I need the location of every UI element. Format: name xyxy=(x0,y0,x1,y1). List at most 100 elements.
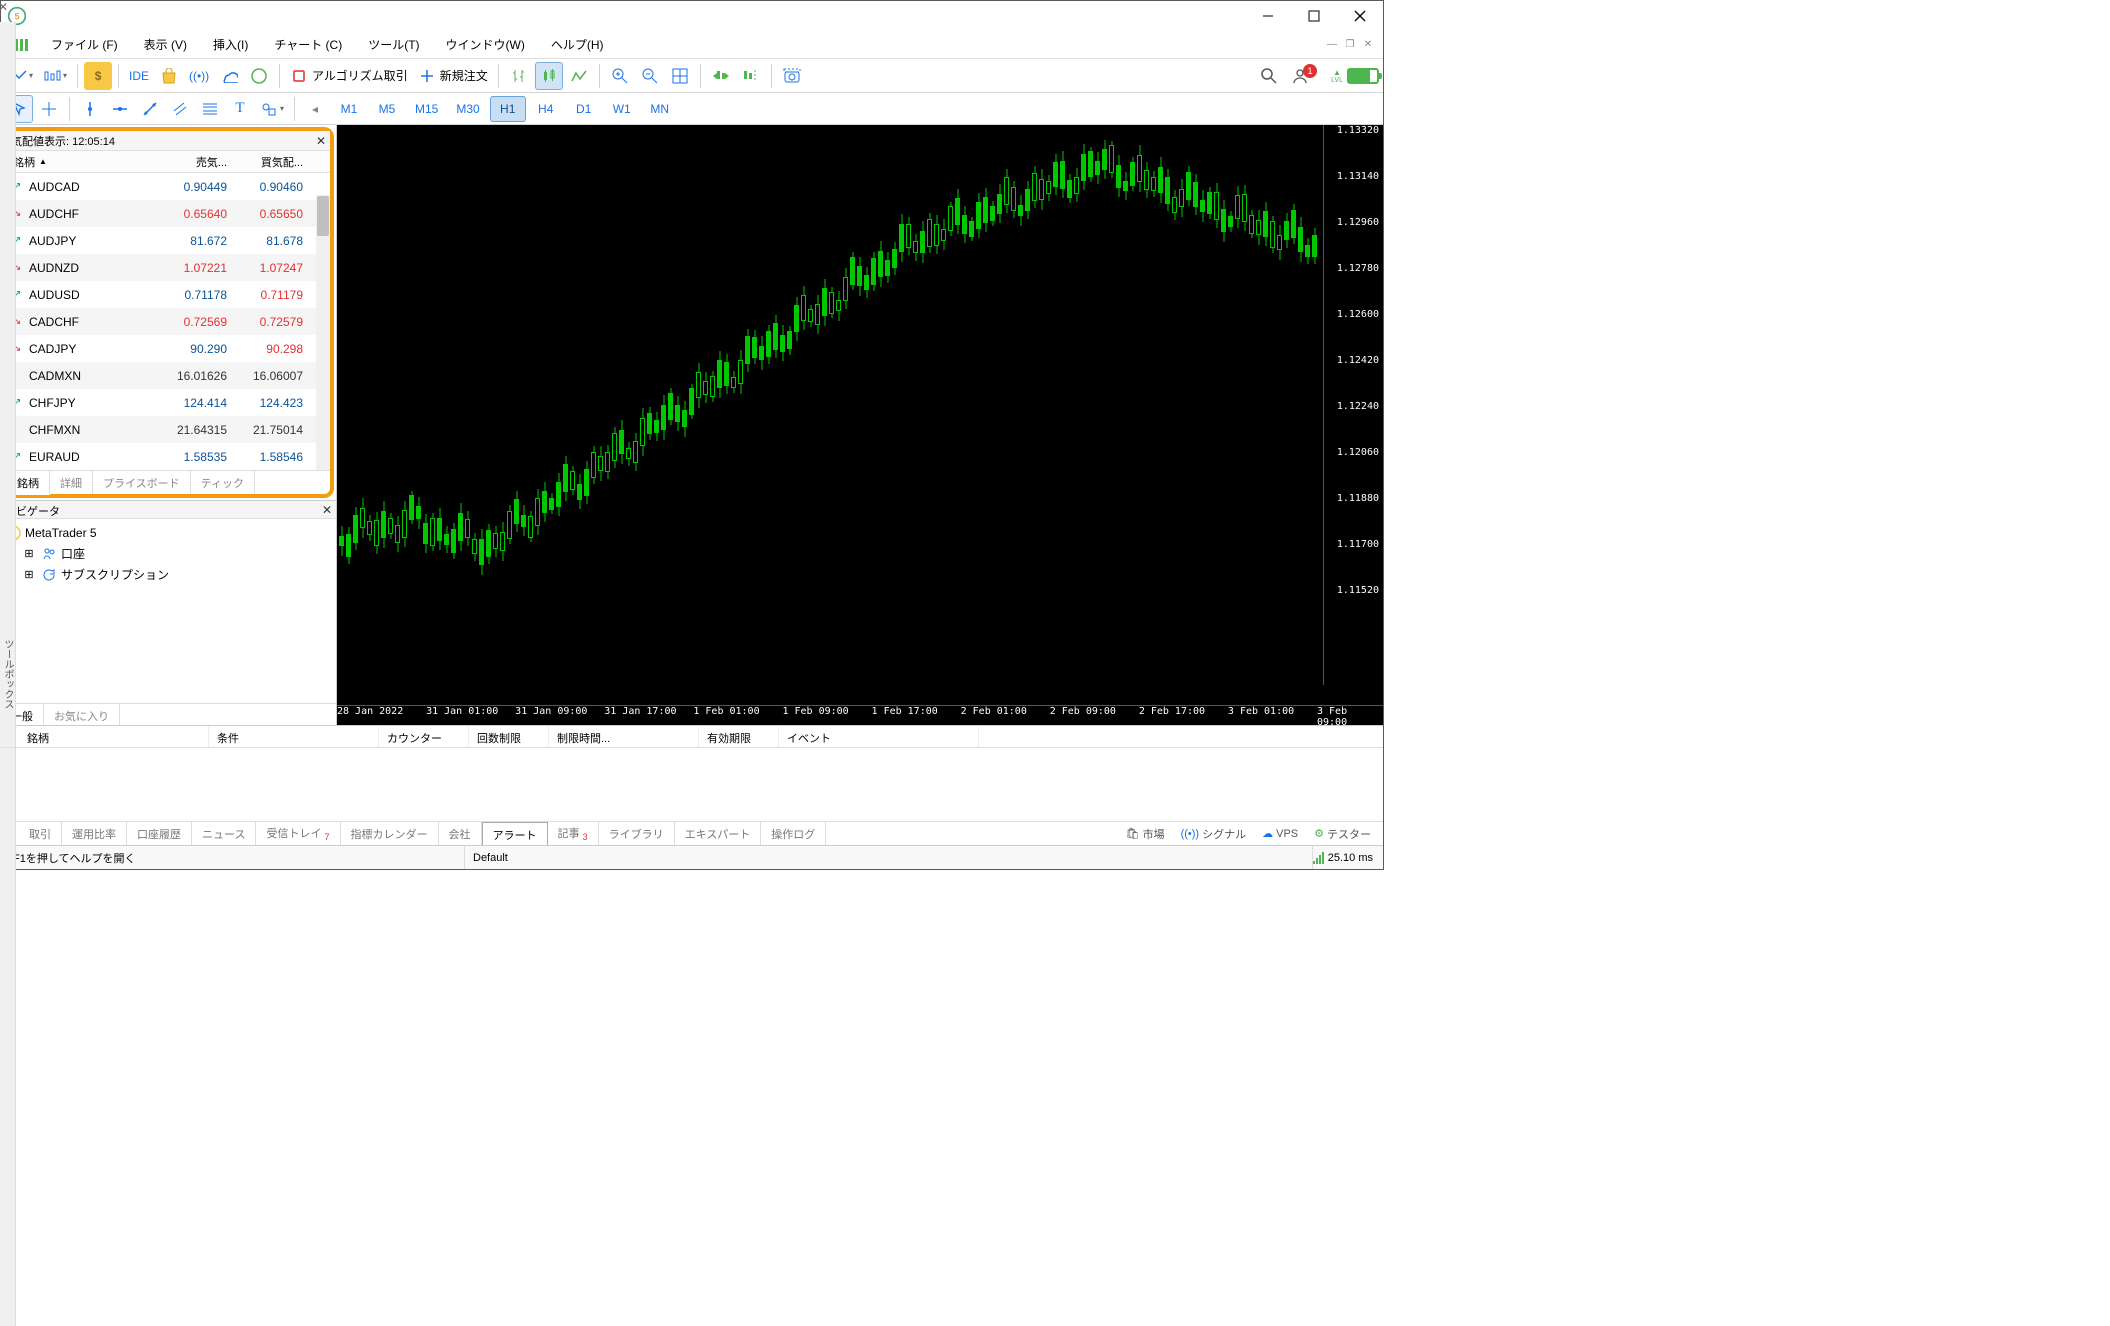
screenshot-button[interactable] xyxy=(778,62,806,90)
menu-insert[interactable]: 挿入(I) xyxy=(201,33,260,56)
mdi-close-icon[interactable]: ✕ xyxy=(1361,38,1375,52)
toolbox-tab[interactable]: アラート xyxy=(482,822,548,847)
mw-row[interactable]: ↗ AUDJPY81.67281.678 xyxy=(7,227,330,254)
nav-accounts[interactable]: ⊞口座 xyxy=(5,543,332,564)
candle-mode-button[interactable] xyxy=(535,62,563,90)
crosshair-button[interactable] xyxy=(35,95,63,123)
signals-button[interactable]: ((•)) xyxy=(185,62,213,90)
timeframe-M30[interactable]: M30 xyxy=(448,96,487,122)
vline-button[interactable] xyxy=(76,95,104,123)
menu-file[interactable]: ファイル (F) xyxy=(39,33,130,56)
toolbox-col-header[interactable]: 銘柄 xyxy=(19,726,209,747)
zoom-in-button[interactable] xyxy=(606,62,634,90)
mw-row[interactable]: ↗ AUDUSD0.711780.71179 xyxy=(7,281,330,308)
menu-tools[interactable]: ツール(T) xyxy=(356,33,431,56)
signal-link[interactable]: ((•)) シグナル xyxy=(1175,824,1253,844)
toolbox-col-header[interactable]: 有効期限 xyxy=(699,726,779,747)
timeframe-M5[interactable]: M5 xyxy=(369,96,405,122)
vps-button[interactable] xyxy=(215,62,243,90)
toolbox-tab[interactable]: 口座履歴 xyxy=(127,822,192,846)
mdi-restore-icon[interactable]: ❐ xyxy=(1343,38,1357,52)
mw-tab[interactable]: 詳細 xyxy=(50,471,93,494)
timeframe-D1[interactable]: D1 xyxy=(566,96,602,122)
market-link[interactable]: 🛍 市場 xyxy=(1120,824,1171,844)
search-button[interactable] xyxy=(1255,62,1283,90)
nav-close-icon[interactable]: ✕ xyxy=(322,503,332,516)
expand-icon[interactable]: ⊞ xyxy=(21,546,37,562)
mw-row[interactable]: ↘ AUDCHF0.656400.65650 xyxy=(7,200,330,227)
line-mode-button[interactable] xyxy=(565,62,593,90)
chat-button[interactable] xyxy=(245,62,273,90)
toolbox-tab[interactable]: 受信トレイ 7 xyxy=(256,821,340,846)
toolbox-tab[interactable]: 会社 xyxy=(439,822,482,846)
toolbox-tab[interactable]: エキスパート xyxy=(675,822,762,846)
nav-subscriptions[interactable]: ⊞サブスクリプション xyxy=(5,564,332,585)
status-profile[interactable]: Default xyxy=(465,846,1313,869)
mw-row[interactable]: ↘ AUDNZD1.072211.07247 xyxy=(7,254,330,281)
mw-tab[interactable]: プライスボード xyxy=(93,471,191,494)
timeframe-H4[interactable]: H4 xyxy=(528,96,564,122)
trendline-button[interactable] xyxy=(136,95,164,123)
mw-row[interactable]: ↘ CADJPY90.29090.298 xyxy=(7,335,330,362)
close-button[interactable] xyxy=(1337,1,1383,31)
text-button[interactable]: T xyxy=(226,95,254,123)
mw-row[interactable]: • CHFMXN21.6431521.75014 xyxy=(7,416,330,443)
dollar-button[interactable]: $ xyxy=(84,62,112,90)
mw-row[interactable]: ↘ CADCHF0.725690.72579 xyxy=(7,308,330,335)
new-order-button[interactable]: 新規注文 xyxy=(414,62,492,90)
tile-button[interactable] xyxy=(666,62,694,90)
mw-row[interactable]: ↗ AUDCAD0.904490.90460 xyxy=(7,173,330,200)
menu-chart[interactable]: チャート (C) xyxy=(262,33,354,56)
bar-chart-mode-button[interactable] xyxy=(505,62,533,90)
toolbox-tab[interactable]: 取引 xyxy=(19,822,62,846)
mw-scrollbar[interactable] xyxy=(316,195,330,470)
nav-tab-favorites[interactable]: お気に入り xyxy=(44,704,120,725)
toolbox-tab[interactable]: 指標カレンダー xyxy=(341,822,439,846)
chart-area[interactable]: 1.133201.131401.129601.127801.126001.124… xyxy=(337,125,1383,725)
mdi-minimize-icon[interactable]: — xyxy=(1325,38,1339,52)
toolbox-tab[interactable]: ニュース xyxy=(192,822,256,846)
fibo-button[interactable] xyxy=(196,95,224,123)
timeframe-M15[interactable]: M15 xyxy=(407,96,446,122)
toolbox-close-icon[interactable]: ✕ xyxy=(0,0,12,14)
vps-link[interactable]: ☁ VPS xyxy=(1256,825,1304,842)
toolbox-tab[interactable]: 記事 3 xyxy=(548,821,599,846)
market-button[interactable] xyxy=(155,62,183,90)
channel-button[interactable] xyxy=(166,95,194,123)
notifications-button[interactable]: 1 xyxy=(1287,62,1327,90)
toolbox-col-header[interactable]: イベント xyxy=(779,726,979,747)
maximize-button[interactable] xyxy=(1291,1,1337,31)
minimize-button[interactable] xyxy=(1245,1,1291,31)
menu-view[interactable]: 表示 (V) xyxy=(132,33,199,56)
nav-root[interactable]: 5MetaTrader 5 xyxy=(5,523,332,543)
toolbox-col-header[interactable]: 条件 xyxy=(209,726,379,747)
mw-row[interactable]: ↗ CHFJPY124.414124.423 xyxy=(7,389,330,416)
mw-row[interactable]: • CADMXN16.0162616.06007 xyxy=(7,362,330,389)
ide-button[interactable]: IDE xyxy=(125,62,153,90)
shapes-button[interactable] xyxy=(256,95,288,123)
timeframe-H1[interactable]: H1 xyxy=(490,96,526,122)
status-ping[interactable]: 25.10 ms xyxy=(1328,852,1373,864)
algo-trading-button[interactable]: アルゴリズム取引 xyxy=(286,62,412,90)
mw-row[interactable]: ↗ EURAUD1.585351.58546 xyxy=(7,443,330,470)
candle-chart-button[interactable] xyxy=(39,62,71,90)
timeframe-MN[interactable]: MN xyxy=(642,96,678,122)
toolbox-tab[interactable]: 運用比率 xyxy=(62,822,127,846)
mw-close-icon[interactable]: ✕ xyxy=(316,134,326,148)
tf-scroll-left[interactable]: ◂ xyxy=(301,95,329,123)
timeframe-M1[interactable]: M1 xyxy=(331,96,367,122)
toolbox-col-header[interactable]: カウンター xyxy=(379,726,469,747)
menu-window[interactable]: ウインドウ(W) xyxy=(434,33,537,56)
toolbox-tab[interactable]: ライブラリ xyxy=(599,822,675,846)
timeframe-W1[interactable]: W1 xyxy=(604,96,640,122)
menu-help[interactable]: ヘルプ(H) xyxy=(539,33,616,56)
tester-link[interactable]: ⚙ テスター xyxy=(1308,824,1377,844)
toolbox-col-header[interactable]: 回数制限 xyxy=(469,726,549,747)
chartshift-button[interactable] xyxy=(737,62,765,90)
hline-button[interactable] xyxy=(106,95,134,123)
toolbox-col-header[interactable]: 制限時間... xyxy=(549,726,699,747)
autoscroll-button[interactable] xyxy=(707,62,735,90)
toolbox-tab[interactable]: 操作ログ xyxy=(761,822,826,846)
expand-icon[interactable]: ⊞ xyxy=(21,567,37,583)
mw-tab[interactable]: ティック xyxy=(191,471,255,494)
